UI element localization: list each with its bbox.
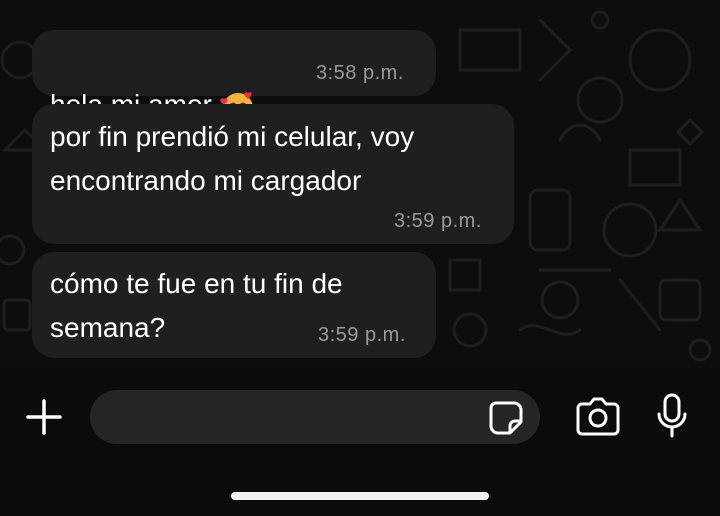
- chat-area[interactable]: hola mi amor 3:58 p.m. por fin prendió m…: [0, 0, 720, 372]
- message-time: 3:59 p.m.: [318, 324, 406, 346]
- message-input[interactable]: [90, 390, 540, 444]
- plus-icon[interactable]: [24, 397, 64, 437]
- message-bubble[interactable]: cómo te fue en tu fin de semana? 3:59 p.…: [32, 252, 436, 358]
- microphone-icon[interactable]: [654, 392, 690, 440]
- camera-icon[interactable]: [574, 396, 622, 438]
- message-text: por fin prendió mi celular, voy encontra…: [50, 121, 415, 196]
- message-time: 3:58 p.m.: [316, 62, 404, 84]
- sticker-icon[interactable]: [488, 400, 524, 436]
- home-indicator[interactable]: [231, 492, 489, 500]
- message-bubble[interactable]: hola mi amor 3:58 p.m.: [32, 30, 436, 123]
- message-text: cómo te fue en tu fin de semana?: [50, 268, 343, 343]
- message-bubble[interactable]: por fin prendió mi celular, voy encontra…: [32, 104, 514, 244]
- message-time: 3:59 p.m.: [394, 210, 482, 232]
